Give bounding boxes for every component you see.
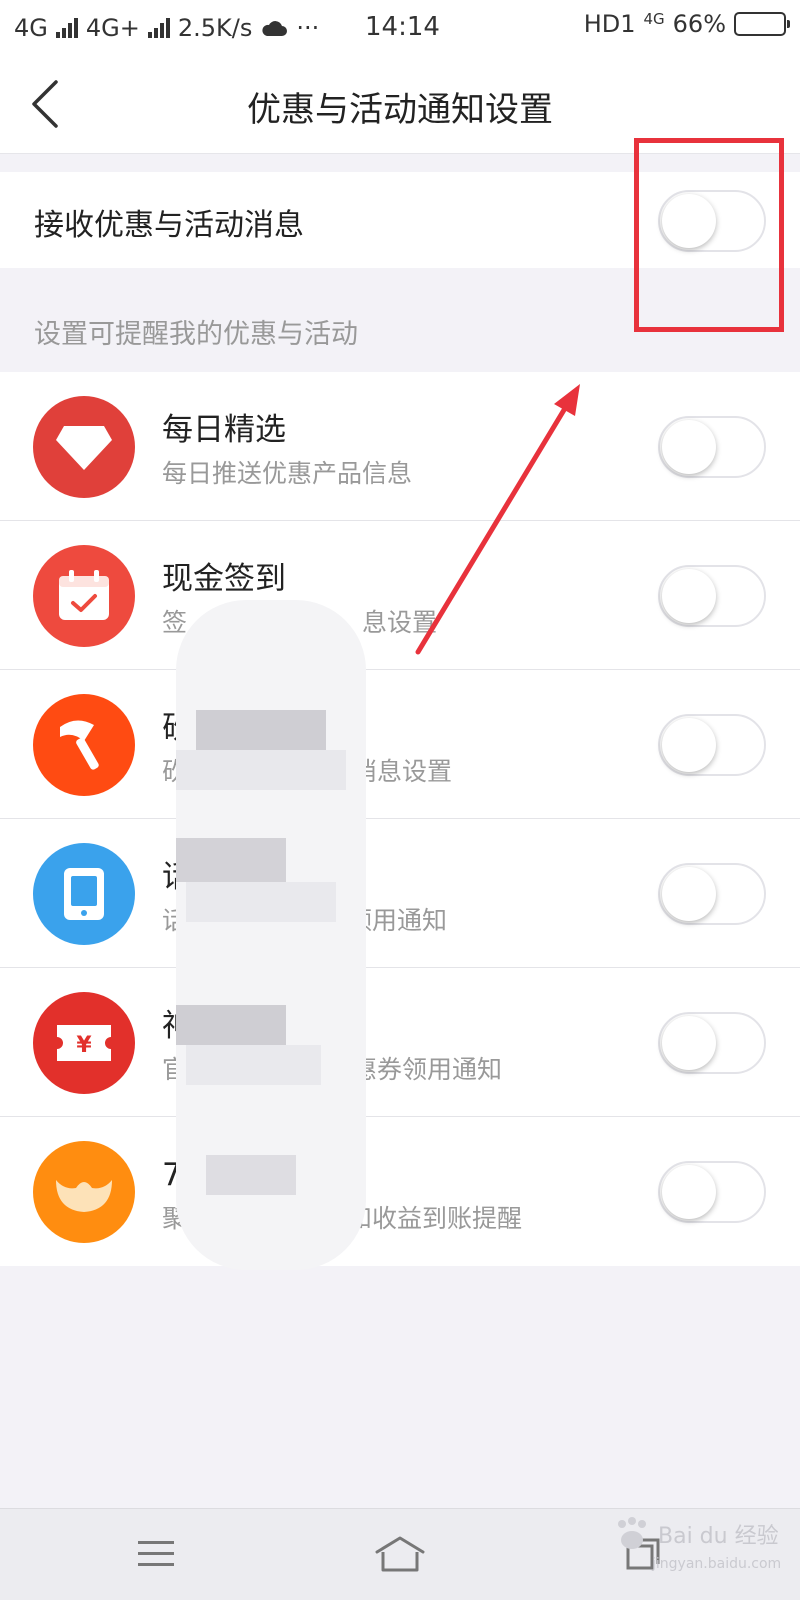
item-desc: 每日推送优惠产品信息 <box>162 459 413 488</box>
network-label-3: 4G <box>643 10 665 28</box>
menu-icon <box>138 1541 174 1566</box>
item-icon-circle: ¥ <box>33 992 135 1094</box>
watermark-brand: Bai du 经验 <box>658 1524 779 1549</box>
svg-text:¥: ¥ <box>76 1033 92 1058</box>
network-label-1: 4G <box>14 14 48 42</box>
item-icon-circle <box>33 843 135 945</box>
item-icon-circle <box>33 545 135 647</box>
list-item: 现金签到 签息设置 <box>0 521 800 670</box>
item-toggle[interactable] <box>658 863 766 925</box>
status-left: 4G 4G+ 2.5K/s ··· <box>14 14 319 42</box>
highlight-box <box>634 138 784 332</box>
diamond-icon <box>56 426 112 470</box>
toggle-knob <box>662 867 716 921</box>
status-right: HD1 4G 66% <box>583 10 790 38</box>
battery-icon <box>734 12 790 36</box>
item-toggle[interactable] <box>658 1012 766 1074</box>
menu-button[interactable] <box>128 1529 184 1579</box>
list-item: 每日精选 每日推送优惠产品信息 <box>0 372 800 521</box>
hd-label: HD1 <box>583 10 636 38</box>
item-name: 每日精选 <box>162 412 286 448</box>
toggle-knob <box>662 718 716 772</box>
more-status-icon: ··· <box>296 14 320 42</box>
item-toggle[interactable] <box>658 565 766 627</box>
section-label: 设置可提醒我的优惠与活动 <box>34 319 358 350</box>
signal-icon <box>55 18 78 38</box>
tablet-icon <box>64 868 104 920</box>
item-icon-circle <box>33 1141 135 1243</box>
coupon-yuan-icon: ¥ <box>57 1025 111 1061</box>
status-bar: 4G 4G+ 2.5K/s ··· 14:14 HD1 4G 66% <box>0 0 800 56</box>
toggle-knob <box>662 1016 716 1070</box>
item-toggle[interactable] <box>658 416 766 478</box>
ingot-icon <box>56 1180 112 1212</box>
item-name: 现金签到 <box>162 561 286 597</box>
item-icon-circle <box>33 396 135 498</box>
paw-logo-icon <box>618 1517 646 1549</box>
watermark: Bai du 经验 jingyan.baidu.com <box>612 1516 781 1572</box>
item-toggle[interactable] <box>658 1161 766 1223</box>
activity-list: 每日精选 每日推送优惠产品信息 现金签到 签息设置 砍 砍消息设置 话 话领用通… <box>0 372 800 1266</box>
item-toggle[interactable] <box>658 714 766 776</box>
toggle-knob <box>662 1165 716 1219</box>
toggle-knob <box>662 569 716 623</box>
home-icon <box>375 1536 425 1572</box>
network-speed: 2.5K/s <box>177 14 253 42</box>
list-item: 砍 砍消息设置 <box>0 670 800 819</box>
signal-icon-2 <box>147 18 170 38</box>
toggle-knob <box>662 420 716 474</box>
watermark-url: jingyan.baidu.com <box>652 1556 782 1572</box>
home-button[interactable] <box>372 1529 428 1579</box>
list-item: ¥ 神 官优惠券领用通知 <box>0 968 800 1117</box>
list-item: 7天金 聚宝提现和收益到账提醒 <box>0 1117 800 1266</box>
status-time: 14:14 <box>365 12 440 42</box>
page-title: 优惠与活动通知设置 <box>247 90 553 130</box>
privacy-blur <box>176 600 366 1270</box>
network-label-2: 4G+ <box>85 14 140 42</box>
master-setting-label: 接收优惠与活动消息 <box>34 208 304 243</box>
item-icon-circle <box>33 694 135 796</box>
battery-percent: 66% <box>672 10 726 38</box>
axe-icon <box>60 720 99 770</box>
list-item: 话 话领用通知 <box>0 819 800 968</box>
cloud-icon <box>262 21 288 36</box>
calendar-check-icon <box>59 570 109 620</box>
